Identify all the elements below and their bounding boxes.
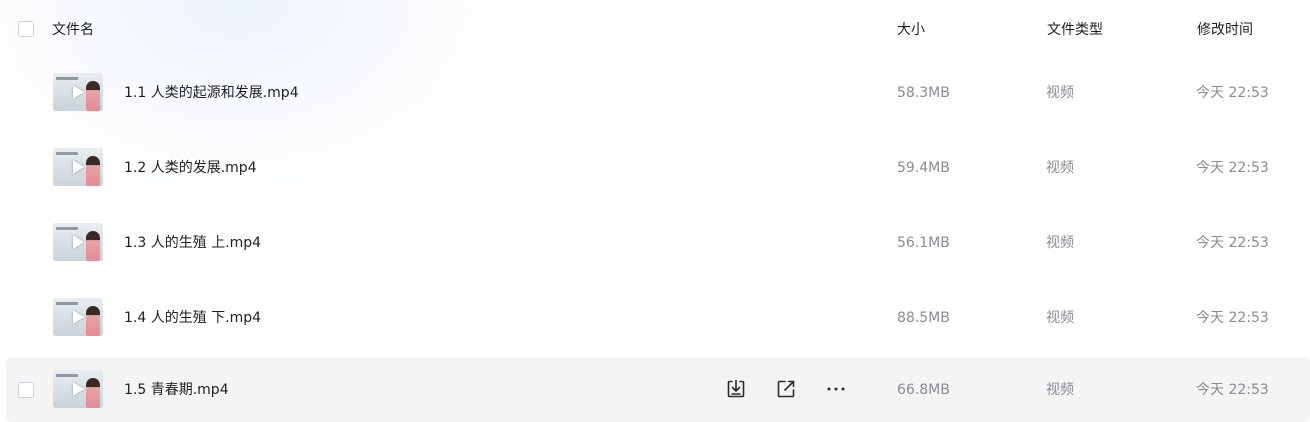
- file-row[interactable]: 1.3 人的生殖 上.mp4 56.1MB 视频 今天 22:53: [6, 210, 1310, 275]
- file-size: 88.5MB: [897, 310, 950, 326]
- download-button[interactable]: [724, 377, 748, 401]
- file-modified: 今天 22:53: [1196, 310, 1269, 326]
- download-icon: [727, 379, 745, 398]
- file-row-hovered[interactable]: 1.5 青春期.mp4 66.8MB 视频 今天 22:53: [6, 357, 1310, 422]
- thumbnail-presenter: [86, 156, 100, 186]
- play-icon: [73, 85, 84, 99]
- file-list: 文件名 大小 文件类型 修改时间 1.1 人类的起源和发展.mp4 58.3MB…: [0, 0, 1310, 422]
- thumbnail-text-stripe: [56, 374, 78, 377]
- select-all-checkbox[interactable]: [18, 21, 34, 37]
- thumbnail-text-stripe: [56, 227, 78, 230]
- list-header: 文件名 大小 文件类型 修改时间: [0, 0, 1310, 60]
- file-size: 56.1MB: [897, 235, 950, 251]
- thumbnail-presenter: [86, 231, 100, 261]
- file-name[interactable]: 1.4 人的生殖 下.mp4: [124, 309, 261, 327]
- thumbnail-text-stripe: [56, 77, 78, 80]
- row-checkbox[interactable]: [18, 382, 34, 398]
- file-size: 58.3MB: [897, 85, 950, 101]
- thumbnail-presenter: [86, 306, 100, 336]
- share-icon: [777, 380, 795, 398]
- file-name[interactable]: 1.5 青春期.mp4: [124, 381, 229, 399]
- file-modified: 今天 22:53: [1196, 235, 1269, 251]
- file-modified: 今天 22:53: [1196, 85, 1269, 101]
- column-header-name[interactable]: 文件名: [52, 21, 94, 39]
- file-row[interactable]: 1.1 人类的起源和发展.mp4 58.3MB 视频 今天 22:53: [6, 60, 1310, 125]
- column-header-modified[interactable]: 修改时间: [1197, 21, 1253, 39]
- column-header-type[interactable]: 文件类型: [1047, 21, 1103, 39]
- share-button[interactable]: [774, 377, 798, 401]
- file-type: 视频: [1046, 382, 1074, 398]
- file-type: 视频: [1046, 235, 1074, 251]
- play-icon: [73, 382, 84, 396]
- thumbnail-text-stripe: [56, 302, 78, 305]
- file-type: 视频: [1046, 85, 1074, 101]
- thumbnail-text-stripe: [56, 152, 78, 155]
- file-name[interactable]: 1.1 人类的起源和发展.mp4: [124, 84, 299, 102]
- file-size: 66.8MB: [897, 382, 950, 398]
- thumbnail-presenter: [86, 81, 100, 111]
- more-icon: [827, 387, 845, 391]
- file-name[interactable]: 1.3 人的生殖 上.mp4: [124, 234, 261, 252]
- play-icon: [73, 235, 84, 249]
- file-modified: 今天 22:53: [1196, 160, 1269, 176]
- file-modified: 今天 22:53: [1196, 382, 1269, 398]
- video-thumbnail[interactable]: [53, 73, 103, 111]
- column-header-size[interactable]: 大小: [897, 21, 925, 39]
- video-thumbnail[interactable]: [53, 298, 103, 336]
- file-type: 视频: [1046, 310, 1074, 326]
- file-size: 59.4MB: [897, 160, 950, 176]
- play-icon: [73, 160, 84, 174]
- play-icon: [73, 310, 84, 324]
- file-row[interactable]: 1.2 人类的发展.mp4 59.4MB 视频 今天 22:53: [6, 135, 1310, 200]
- thumbnail-presenter: [86, 378, 100, 408]
- file-row[interactable]: 1.4 人的生殖 下.mp4 88.5MB 视频 今天 22:53: [6, 285, 1310, 350]
- video-thumbnail[interactable]: [53, 148, 103, 186]
- more-button[interactable]: [824, 377, 848, 401]
- file-type: 视频: [1046, 160, 1074, 176]
- file-name[interactable]: 1.2 人类的发展.mp4: [124, 159, 257, 177]
- video-thumbnail[interactable]: [53, 370, 103, 408]
- video-thumbnail[interactable]: [53, 223, 103, 261]
